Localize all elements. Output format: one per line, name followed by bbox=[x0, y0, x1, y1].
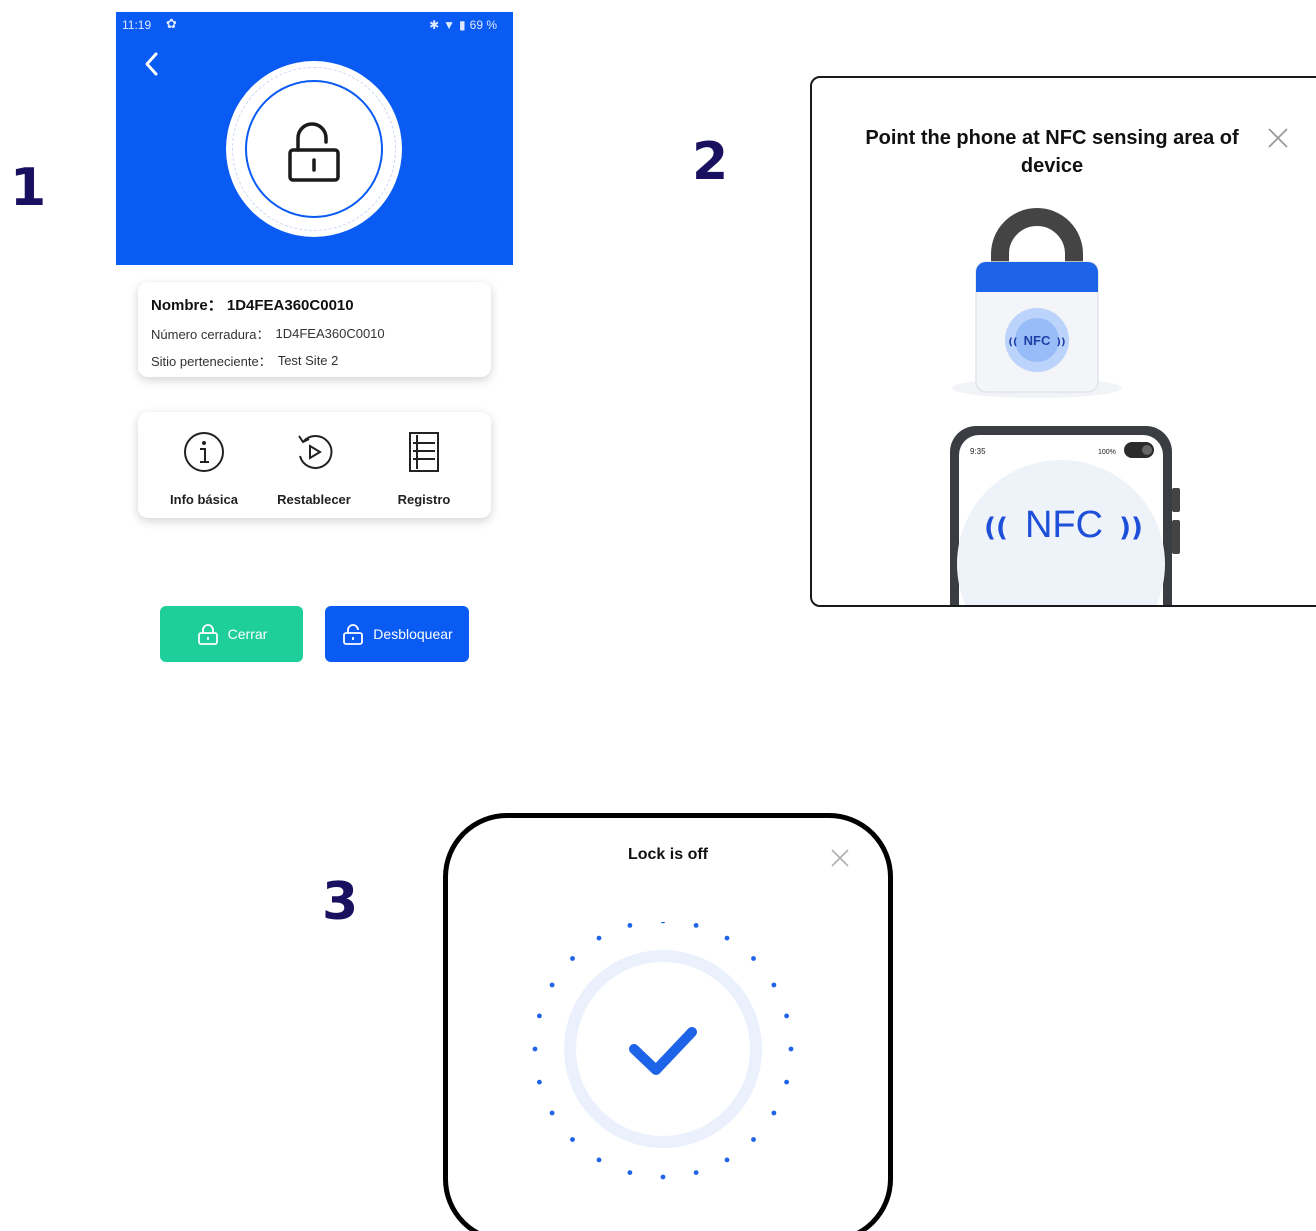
progress-dot bbox=[784, 1079, 789, 1085]
svg-text:((: (( bbox=[1008, 337, 1017, 348]
reset-label: Restablecer bbox=[277, 492, 351, 507]
progress-dot bbox=[570, 1137, 575, 1142]
svg-text:)): )) bbox=[1056, 337, 1065, 348]
lock-number-row: Número cerradura： 1D4FEA360C0010 bbox=[151, 320, 478, 347]
settings-icon: ✿ bbox=[166, 16, 177, 31]
site-row: Sitio perteneciente： Test Site 2 bbox=[151, 347, 478, 374]
phone-time: 9:35 bbox=[970, 447, 986, 456]
info-icon bbox=[184, 432, 224, 472]
basic-info-label: Info básica bbox=[170, 492, 238, 507]
progress-dot bbox=[771, 1110, 777, 1116]
nfc-instruction-dialog: Point the phone at NFC sensing area of d… bbox=[810, 76, 1316, 607]
progress-dot bbox=[751, 956, 756, 961]
wifi-icon: ▼ bbox=[443, 18, 456, 32]
lock-result-dialog: Lock is off bbox=[443, 813, 893, 1231]
progress-dot bbox=[537, 1079, 542, 1085]
svg-text:)): )) bbox=[1119, 513, 1143, 543]
progress-dot bbox=[549, 1110, 555, 1116]
record-label: Registro bbox=[397, 492, 451, 507]
basic-info-button[interactable]: Info básica bbox=[149, 430, 259, 507]
close-lock-button[interactable]: Cerrar bbox=[160, 606, 303, 662]
progress-dot bbox=[660, 1174, 666, 1180]
phone-battery: 100% bbox=[1098, 449, 1116, 456]
bluetooth-icon: ✱ bbox=[429, 18, 440, 32]
progress-dot bbox=[596, 935, 602, 941]
close-icon[interactable] bbox=[1266, 126, 1290, 150]
progress-dot bbox=[532, 1046, 538, 1052]
progress-dot bbox=[788, 1046, 794, 1052]
result-dialog-title: Lock is off bbox=[627, 846, 708, 863]
lock-name-value: 1D4FEA360C0010 bbox=[226, 297, 354, 314]
reset-button[interactable]: Restablecer bbox=[259, 430, 369, 507]
status-time: 11:19 bbox=[122, 18, 152, 32]
site-label: Sitio perteneciente： bbox=[151, 354, 272, 369]
progress-dot bbox=[570, 956, 575, 961]
lock-detail-header: 11:19 ✿ ✱ ▼ ▮ 69 % bbox=[116, 12, 513, 265]
nfc-padlock-illustration: NFC (( )) bbox=[952, 208, 1122, 398]
lock-name-row: Nombre： 1D4FEA360C0010 bbox=[151, 294, 478, 320]
step-number-3: 3 bbox=[322, 872, 359, 932]
battery-level: 69 % bbox=[469, 18, 497, 32]
svg-text:((: (( bbox=[984, 513, 1008, 543]
lock-actions-card: Info básica Restablecer Registro bbox=[138, 412, 491, 518]
unlocked-padlock-icon bbox=[288, 122, 340, 182]
battery-icon: ▮ bbox=[459, 18, 466, 32]
progress-dot bbox=[596, 1157, 602, 1163]
unlock-label: Desbloquear bbox=[373, 626, 453, 642]
record-list-icon bbox=[409, 432, 439, 472]
back-arrow-icon[interactable] bbox=[140, 50, 164, 78]
progress-dot bbox=[724, 1157, 730, 1163]
progress-dot bbox=[537, 1013, 542, 1019]
progress-dot bbox=[693, 923, 699, 928]
progress-dot bbox=[627, 1170, 633, 1175]
status-bar: 11:19 ✿ ✱ ▼ ▮ 69 % bbox=[116, 12, 513, 38]
lock-number-value: 1D4FEA360C0010 bbox=[275, 326, 385, 341]
nfc-dialog-title: Point the phone at NFC sensing area of d… bbox=[865, 127, 1239, 177]
phone-nfc-text: NFC bbox=[1025, 504, 1103, 546]
phone-illustration: 9:35 100% NFC (( )) bbox=[950, 426, 1180, 605]
unlocked-padlock-icon bbox=[343, 624, 364, 645]
progress-dot bbox=[724, 935, 730, 941]
progress-dot bbox=[693, 1170, 699, 1175]
progress-dot bbox=[549, 982, 555, 988]
progress-dot bbox=[627, 923, 633, 928]
step-number-2: 2 bbox=[692, 132, 729, 192]
progress-dot bbox=[771, 982, 777, 988]
nfc-badge-text: NFC bbox=[1024, 333, 1051, 348]
locked-padlock-icon bbox=[197, 624, 218, 645]
close-icon[interactable] bbox=[830, 848, 850, 868]
close-lock-label: Cerrar bbox=[227, 626, 268, 642]
record-button[interactable]: Registro bbox=[369, 430, 479, 507]
lock-name-label: Nombre： bbox=[151, 297, 223, 314]
lock-info-card: Nombre： 1D4FEA360C0010 Número cerradura：… bbox=[138, 282, 491, 377]
progress-dot bbox=[784, 1013, 789, 1019]
site-value: Test Site 2 bbox=[277, 353, 339, 368]
unlock-button[interactable]: Desbloquear bbox=[325, 606, 469, 662]
success-graphic bbox=[532, 922, 794, 1180]
reset-icon bbox=[298, 435, 333, 469]
progress-dot bbox=[751, 1137, 756, 1142]
step-number-1: 1 bbox=[10, 158, 47, 218]
progress-dot bbox=[660, 922, 666, 924]
lock-number-label: Número cerradura： bbox=[151, 327, 270, 342]
